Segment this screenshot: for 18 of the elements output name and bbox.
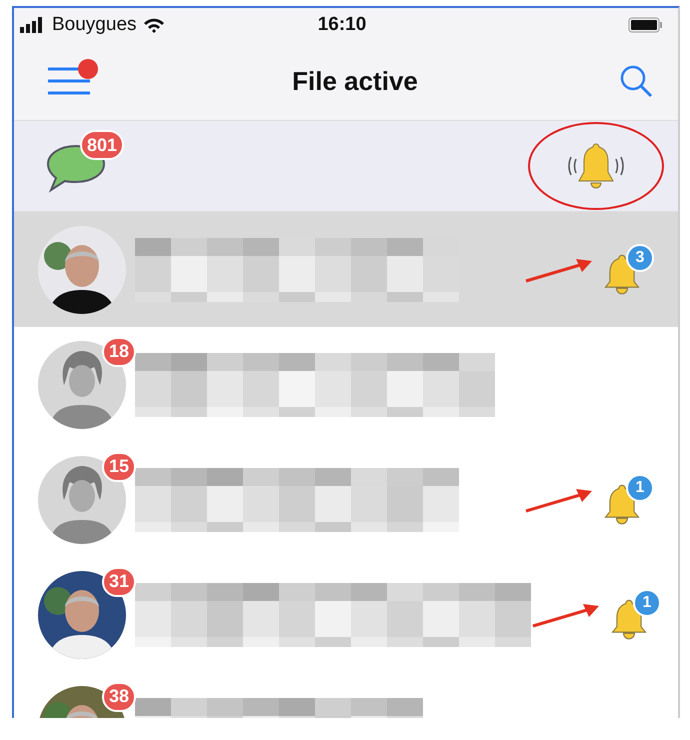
unread-count: 38 [102,682,136,712]
unread-count: 15 [102,452,136,482]
alert-count: 1 [633,588,661,616]
search-button[interactable] [618,63,654,99]
alert-count: 1 [626,474,654,502]
message-count: 801 [80,130,124,160]
carrier-name: Bouygues [52,14,137,36]
bell-button[interactable]: 1 [600,474,654,526]
clock-time: 16:10 [318,14,366,36]
contact-row[interactable]: 3 [14,212,678,327]
wifi-icon [142,17,165,33]
screen-title: File active [291,66,419,96]
battery-icon [628,17,664,33]
bell-button[interactable]: 1 [607,588,661,640]
bell-button[interactable]: 3 [600,244,654,296]
alert-count: 3 [626,244,654,272]
unread-count: 31 [102,566,136,596]
unread-count: 18 [102,336,136,366]
